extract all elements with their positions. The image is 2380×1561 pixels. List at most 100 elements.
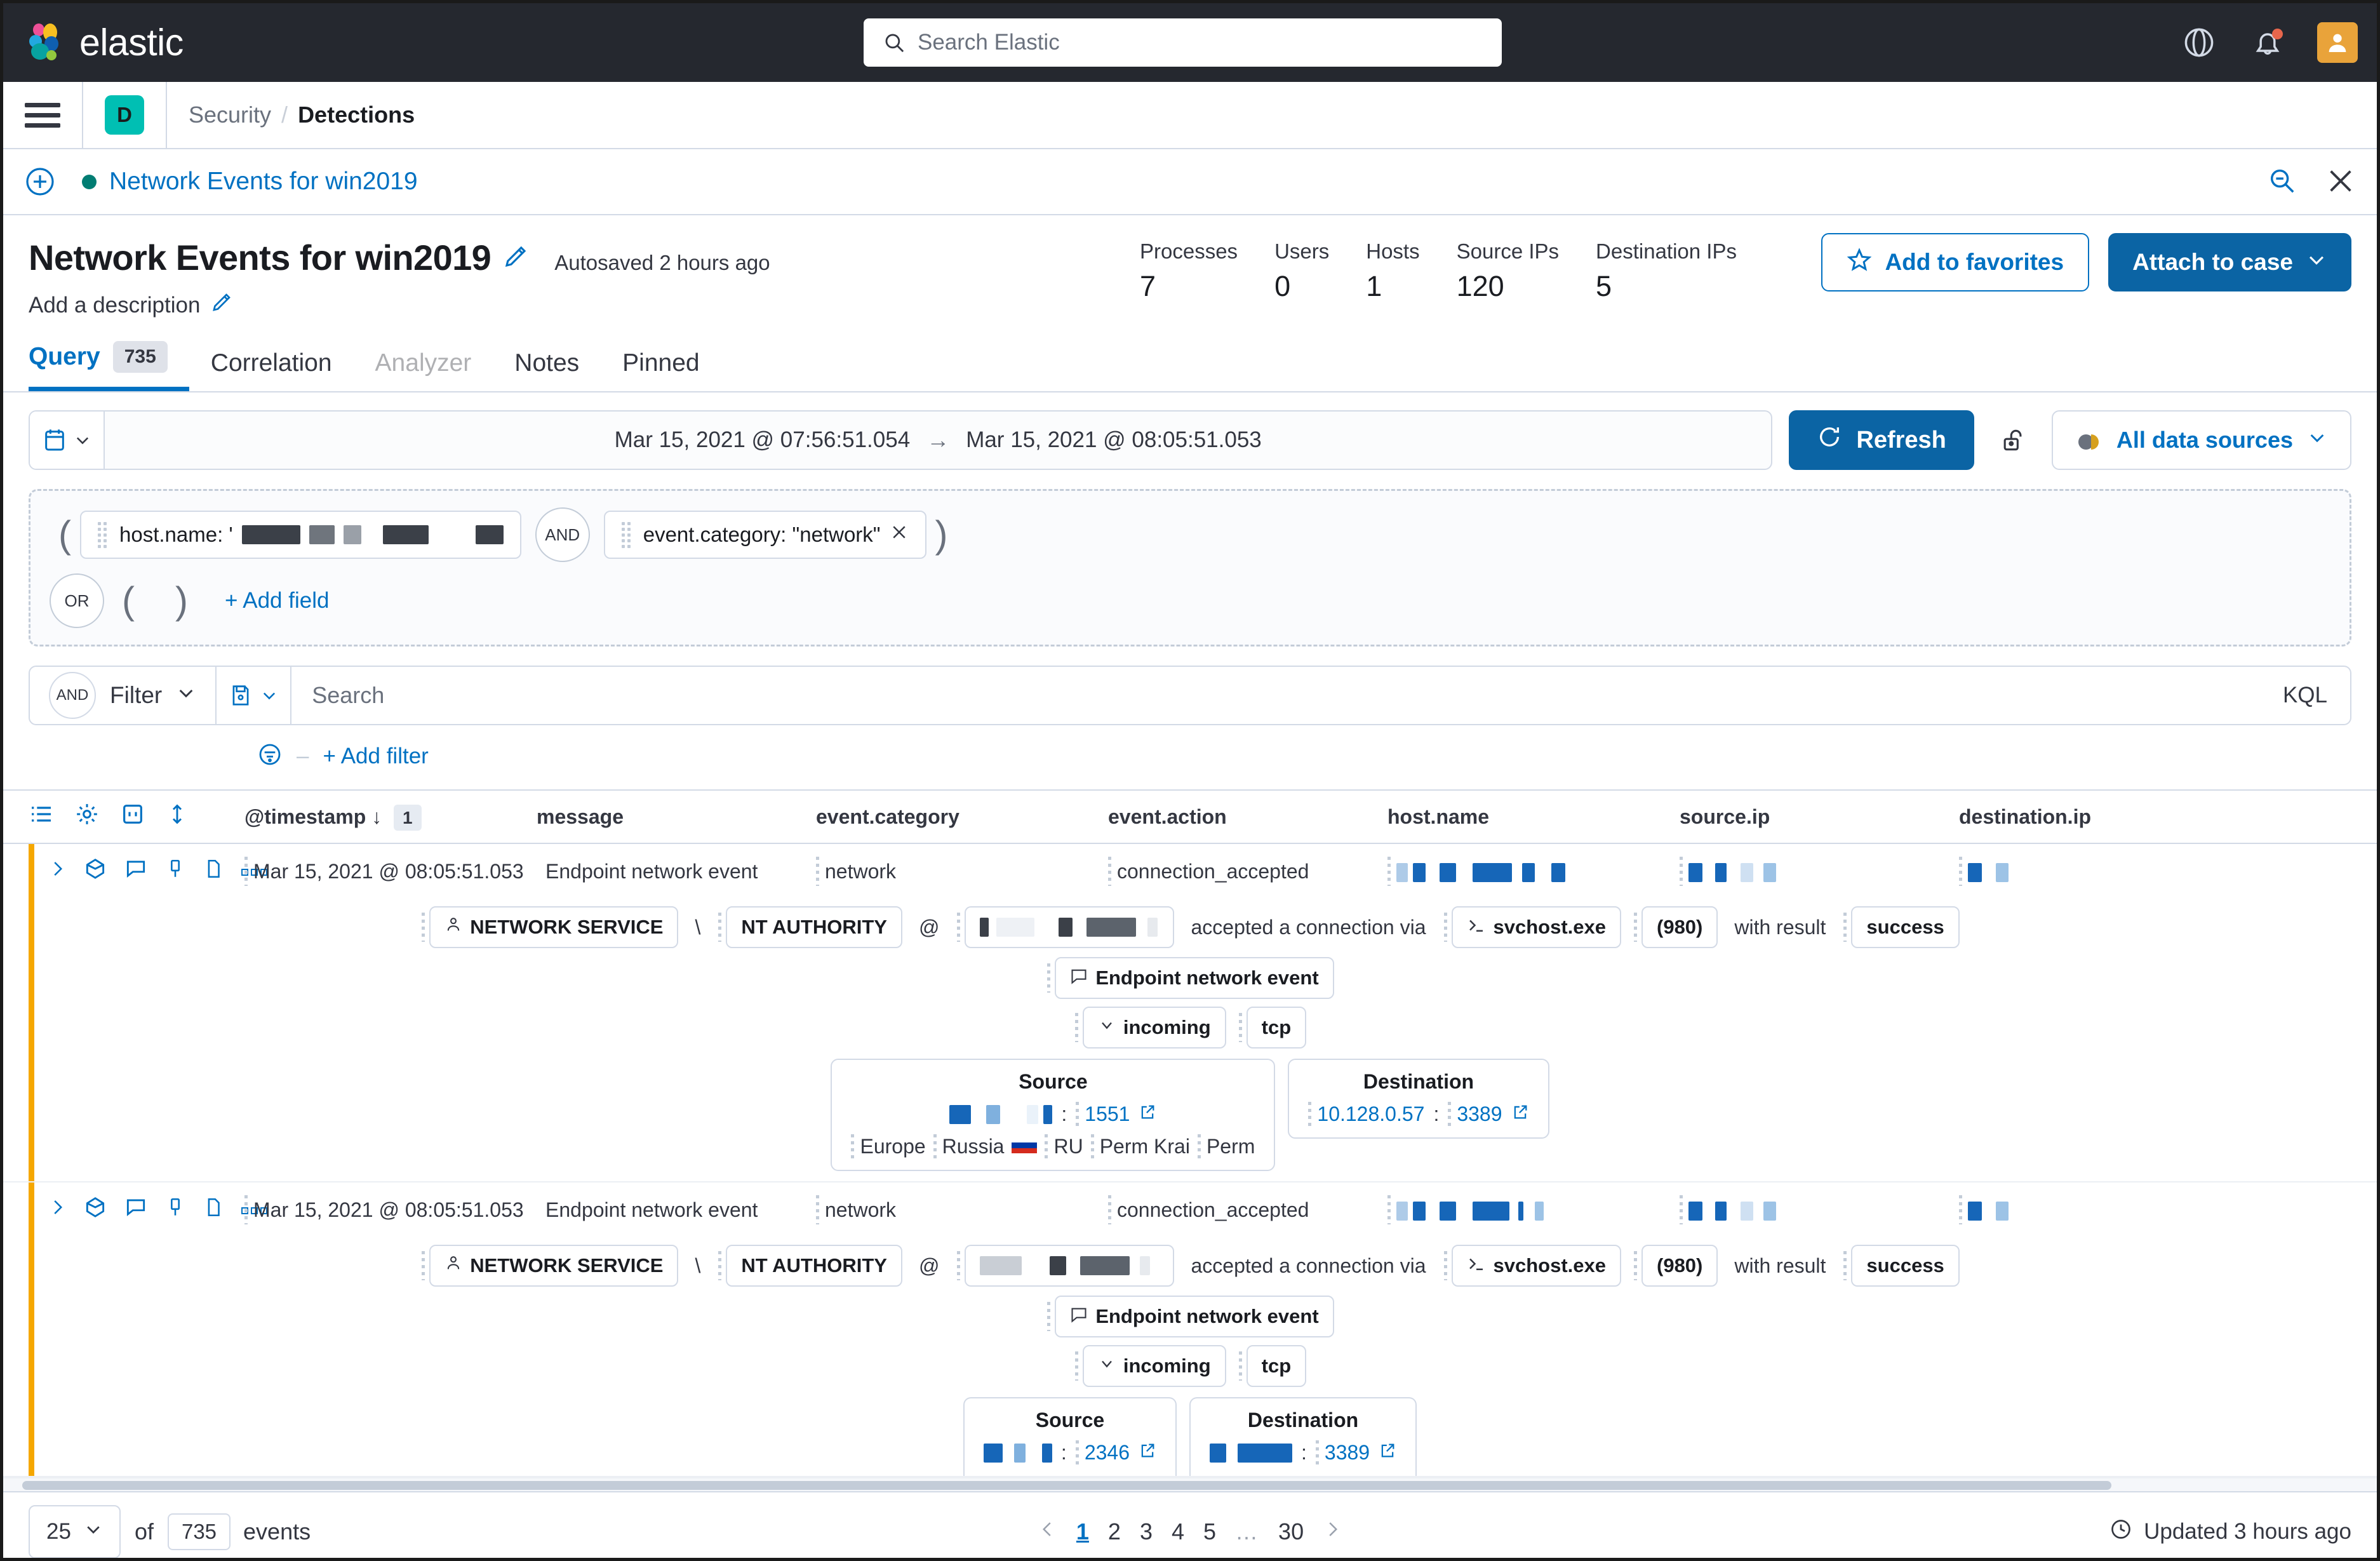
page-3[interactable]: 3 [1140, 1518, 1153, 1545]
tab-analyzer[interactable]: Analyzer [354, 349, 493, 391]
pin-icon[interactable] [164, 1195, 186, 1224]
pin-icon[interactable] [164, 857, 186, 886]
tab-pinned[interactable]: Pinned [601, 349, 721, 391]
dataset-badge[interactable]: Endpoint network event [1055, 1296, 1334, 1337]
user-name-badge[interactable]: NETWORK SERVICE [429, 1245, 679, 1287]
external-link-icon[interactable] [1379, 1441, 1396, 1464]
add-field-button[interactable]: + Add field [225, 588, 329, 613]
destination-ip-link[interactable]: 10.128.0.57 [1308, 1102, 1424, 1126]
gear-icon[interactable] [74, 801, 100, 832]
user-name-badge[interactable]: NETWORK SERVICE [429, 906, 679, 948]
date-range-display[interactable]: Mar 15, 2021 @ 07:56:51.054 → Mar 15, 20… [105, 427, 1771, 453]
data-providers-drop-area[interactable]: ( host.name: ' AND event.category: "netw… [29, 489, 2351, 647]
dataset-badge[interactable]: Endpoint network event [1055, 957, 1334, 999]
cell-timestamp[interactable]: Mar 15, 2021 @ 08:05:51.053 [244, 1198, 537, 1222]
close-icon[interactable] [2326, 166, 2355, 199]
geo-city[interactable]: Perm [1198, 1135, 1255, 1158]
page-4[interactable]: 4 [1172, 1518, 1184, 1545]
elastic-logo[interactable]: elastic [25, 21, 184, 64]
refresh-button[interactable]: Refresh [1789, 410, 1974, 470]
page-5[interactable]: 5 [1203, 1518, 1216, 1545]
chevron-right-icon[interactable] [48, 1195, 67, 1224]
sort-icon[interactable] [166, 801, 189, 832]
external-link-icon[interactable] [1511, 1102, 1529, 1126]
page-1[interactable]: 1 [1076, 1518, 1089, 1545]
help-icon[interactable] [2180, 23, 2218, 62]
pencil-icon[interactable] [502, 237, 529, 278]
scrollbar-thumb[interactable] [22, 1481, 2111, 1490]
cell-timestamp[interactable]: Mar 15, 2021 @ 08:05:51.053 [244, 860, 537, 883]
user-avatar-icon[interactable] [2317, 22, 2358, 63]
cell-event-action[interactable]: connection_accepted [1108, 1198, 1387, 1222]
date-range-start[interactable]: Mar 15, 2021 @ 07:56:51.054 [615, 427, 911, 453]
tab-correlation[interactable]: Correlation [189, 349, 354, 391]
tab-notes[interactable]: Notes [493, 349, 601, 391]
column-header-event-action[interactable]: event.action [1108, 805, 1387, 829]
process-name-badge[interactable]: svchost.exe [1451, 1245, 1621, 1287]
add-to-favorites-button[interactable]: Add to favorites [1821, 233, 2090, 291]
geo-country[interactable]: Russia [933, 1135, 1005, 1158]
add-note-icon[interactable] [124, 857, 148, 886]
network-protocol-badge[interactable]: tcp [1246, 1007, 1307, 1048]
destination-port-link[interactable]: 3389 [1448, 1102, 1502, 1126]
external-link-icon[interactable] [1139, 1441, 1156, 1464]
close-icon[interactable] [890, 523, 909, 547]
cell-host-name[interactable] [1387, 1198, 1680, 1222]
menu-toggle-icon[interactable] [25, 97, 60, 133]
notifications-icon[interactable] [2249, 23, 2287, 62]
cell-message[interactable]: Endpoint network event [537, 1198, 816, 1222]
cell-host-name[interactable] [1387, 860, 1680, 883]
process-name-badge[interactable]: svchost.exe [1451, 906, 1621, 948]
host-name-badge[interactable] [965, 906, 1175, 948]
date-range-end[interactable]: Mar 15, 2021 @ 08:05:51.053 [966, 427, 1262, 453]
network-direction-badge[interactable]: incoming [1082, 1007, 1226, 1048]
host-name-badge[interactable] [965, 1245, 1175, 1287]
column-header-destination-ip[interactable]: destination.ip [1959, 805, 2238, 829]
cell-event-action[interactable]: connection_accepted [1108, 860, 1387, 883]
analyze-event-icon[interactable] [83, 1195, 107, 1224]
source-port-link[interactable]: 1551 [1076, 1102, 1130, 1126]
super-date-picker[interactable]: Mar 15, 2021 @ 07:56:51.054 → Mar 15, 20… [29, 410, 1773, 470]
chevron-right-icon[interactable] [48, 857, 67, 886]
cell-source-ip[interactable] [1680, 860, 1959, 883]
page-2[interactable]: 2 [1108, 1518, 1121, 1545]
cell-event-category[interactable]: network [816, 860, 1108, 883]
unlock-icon[interactable] [1991, 426, 2035, 454]
breadcrumb-item-detections[interactable]: Detections [298, 102, 415, 128]
cell-destination-ip[interactable] [1959, 860, 2238, 883]
provider-and-operator[interactable]: AND [535, 507, 590, 562]
pencil-icon[interactable] [210, 291, 233, 319]
destination-port-link[interactable]: 3389 [1316, 1441, 1370, 1464]
plus-in-circle-icon[interactable] [25, 166, 55, 197]
filter-button[interactable]: AND Filter [29, 666, 217, 725]
drag-handle-icon[interactable] [97, 520, 107, 549]
list-view-icon[interactable] [29, 801, 54, 832]
saved-query-button[interactable] [217, 667, 292, 724]
add-note-icon[interactable] [124, 1195, 148, 1224]
cell-message[interactable]: Endpoint network event [537, 860, 816, 883]
chevron-left-icon[interactable] [1038, 1517, 1057, 1547]
drag-handle-icon[interactable] [621, 520, 631, 549]
calendar-quick-select-button[interactable] [30, 412, 105, 469]
add-to-case-icon[interactable] [203, 1195, 224, 1224]
attach-to-case-button[interactable]: Attach to case [2108, 233, 2351, 291]
global-search-input[interactable]: Search Elastic [864, 18, 1502, 67]
geo-region[interactable]: Perm Krai [1091, 1135, 1190, 1158]
full-screen-icon[interactable] [120, 801, 145, 832]
query-language-label[interactable]: KQL [2283, 683, 2350, 708]
source-port-link[interactable]: 2346 [1076, 1441, 1130, 1464]
table-row[interactable]: Mar 15, 2021 @ 08:05:51.053 Endpoint net… [3, 844, 2377, 1182]
network-protocol-badge[interactable]: tcp [1246, 1345, 1307, 1387]
analyze-event-icon[interactable] [83, 857, 107, 886]
search-input-wrapper[interactable]: Search KQL [217, 666, 2351, 725]
breadcrumb-item-security[interactable]: Security [189, 102, 271, 128]
timeline-flyout-title[interactable]: Network Events for win2019 [109, 168, 418, 196]
search-input[interactable]: Search [291, 682, 2283, 709]
user-domain-badge[interactable]: NT AUTHORITY [726, 1245, 902, 1287]
data-sources-button[interactable]: All data sources [2051, 410, 2351, 470]
column-header-message[interactable]: message [537, 805, 816, 829]
column-header-timestamp[interactable]: @timestamp ↓ 1 [244, 804, 537, 831]
cell-source-ip[interactable] [1680, 1198, 1959, 1222]
filter-settings-icon[interactable] [257, 742, 283, 770]
timeline-description[interactable]: Add a description [29, 291, 529, 319]
